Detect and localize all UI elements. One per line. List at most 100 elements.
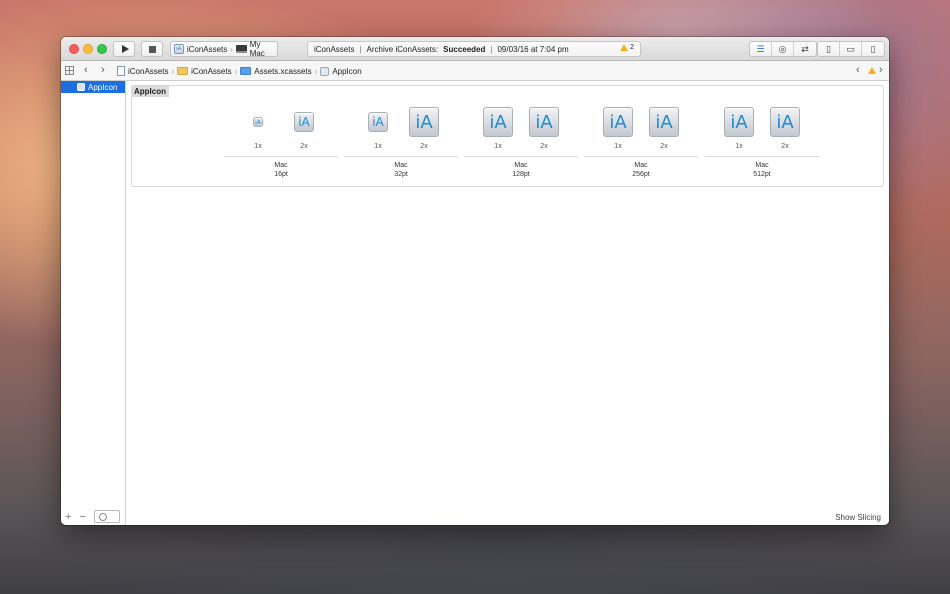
group-size-label: 128pt [512,171,530,178]
scale-label: 2x [540,143,548,150]
app-icon-image: iA [649,107,679,137]
group-divider [224,156,338,157]
set-title: AppIcon [131,86,169,97]
activity-separator: | [359,44,362,54]
remove-icon[interactable]: − [79,511,85,523]
play-icon [121,45,129,53]
group-idiom-label: Mac [755,162,769,169]
app-icon-image: iA [770,107,800,137]
add-icon[interactable]: + [65,511,71,523]
group-divider [464,156,578,157]
warning-count: 2 [630,44,634,51]
breadcrumb: iConAssets › iConAssets › Assets.xcasset… [117,66,362,76]
back-arrow-icon[interactable]: ‹ [84,64,88,76]
scale-label: 2x [420,143,428,150]
chevron-right-icon: › [234,66,238,76]
asset-list-sidebar: AppIcon + − [61,81,126,525]
icon-slot[interactable]: iA [408,106,440,138]
group-size-label: 16pt [274,171,288,178]
app-icon-image: iA [483,107,513,137]
sidebar-item-appicon[interactable]: AppIcon [61,81,125,93]
show-slicing-button[interactable]: Show Slicing [835,513,881,522]
app-icon-image: iA [409,107,439,137]
forward-arrow-icon[interactable]: › [101,64,105,76]
scale-label: 1x [735,143,743,150]
chevron-right-icon: › [314,66,318,76]
scale-label: 2x [660,143,668,150]
editor-mode-control: ☰ ◎ ⇄ [749,41,817,57]
asset-catalog-icon [240,67,252,75]
activity-status: Succeeded [443,44,486,54]
icon-slot[interactable]: iA [362,106,394,138]
folder-icon [177,67,189,75]
navigator-toggle-icon[interactable]: ▯ [818,42,840,56]
assistant-editor-icon[interactable]: ◎ [772,42,794,56]
xcode-window: iA iConAssets › My Mac iConAssets | Arch… [61,37,889,525]
next-issue-icon[interactable]: › [879,64,883,76]
sidebar-footer: + − [65,510,120,523]
group-size-label: 32pt [394,171,408,178]
app-icon-image: iA [529,107,559,137]
group-idiom-label: Mac [394,162,408,169]
icon-slot[interactable]: iA [723,106,755,138]
stop-button[interactable] [141,41,163,57]
debug-area-toggle-icon[interactable]: ▭ [840,42,862,56]
app-icon-image: iA [603,107,633,137]
group-idiom-label: Mac [514,162,528,169]
activity-project: iConAssets [314,44,355,54]
issue-warning-icon[interactable] [868,67,876,74]
project-file-icon [117,66,125,76]
chevron-right-icon: › [230,44,233,54]
run-button[interactable] [113,41,135,57]
activity-time: 09/03/16 at 7:04 pm [497,44,569,54]
group-idiom-label: Mac [274,162,288,169]
view-toggle-control: ▯ ▭ ▯ [817,41,885,57]
icon-slot[interactable]: iA [769,106,801,138]
icon-slot[interactable]: iA [528,106,560,138]
appicon-set-icon [320,66,330,76]
icon-slot[interactable]: iA [648,106,680,138]
group-divider [705,156,819,157]
sidebar-item-label: AppIcon [88,82,118,92]
breadcrumb-project[interactable]: iConAssets [128,67,168,76]
stop-icon [148,45,156,53]
group-size-label: 512pt [753,171,771,178]
scale-label: 2x [300,143,308,150]
activity-viewer: iConAssets | Archive iConAssets: Succeed… [307,41,641,57]
group-divider [584,156,698,157]
breadcrumb-appicon[interactable]: AppIcon [332,67,361,76]
version-editor-icon[interactable]: ⇄ [794,42,816,56]
utilities-toggle-icon[interactable]: ▯ [862,42,884,56]
scale-label: 1x [614,143,622,150]
icon-slot[interactable]: iA [602,106,634,138]
appicon-set-icon [77,83,85,91]
scheme-device-label: My Mac [249,40,265,58]
app-icon-image: iA [253,117,263,127]
standard-editor-icon[interactable]: ☰ [750,42,772,56]
app-icon-image: iA [368,112,388,132]
scale-label: 1x [494,143,502,150]
zoom-window-button[interactable] [97,44,107,54]
toolbar: iA iConAssets › My Mac iConAssets | Arch… [61,37,889,61]
related-items-icon[interactable] [65,66,74,75]
group-idiom-label: Mac [634,162,648,169]
warning-count-button[interactable]: 2 [620,44,634,51]
scheme-selector[interactable]: iA iConAssets › My Mac [170,40,278,58]
activity-separator-2: | [490,44,493,54]
icon-slot[interactable]: iA [242,106,274,138]
previous-issue-icon[interactable]: ‹ [856,64,860,76]
filter-field[interactable] [93,510,120,523]
group-size-label: 256pt [632,171,650,178]
icon-slot[interactable]: iA [288,106,320,138]
scale-label: 1x [254,143,262,150]
warning-icon [620,44,629,51]
group-divider [344,156,458,157]
app-icon-image: iA [724,107,754,137]
scheme-target-label: iConAssets [186,44,228,54]
minimize-window-button[interactable] [83,44,93,54]
scale-label: 1x [374,143,382,150]
breadcrumb-group[interactable]: iConAssets [191,67,231,76]
close-window-button[interactable] [69,44,79,54]
breadcrumb-catalog[interactable]: Assets.xcassets [254,67,311,76]
icon-slot[interactable]: iA [482,106,514,138]
